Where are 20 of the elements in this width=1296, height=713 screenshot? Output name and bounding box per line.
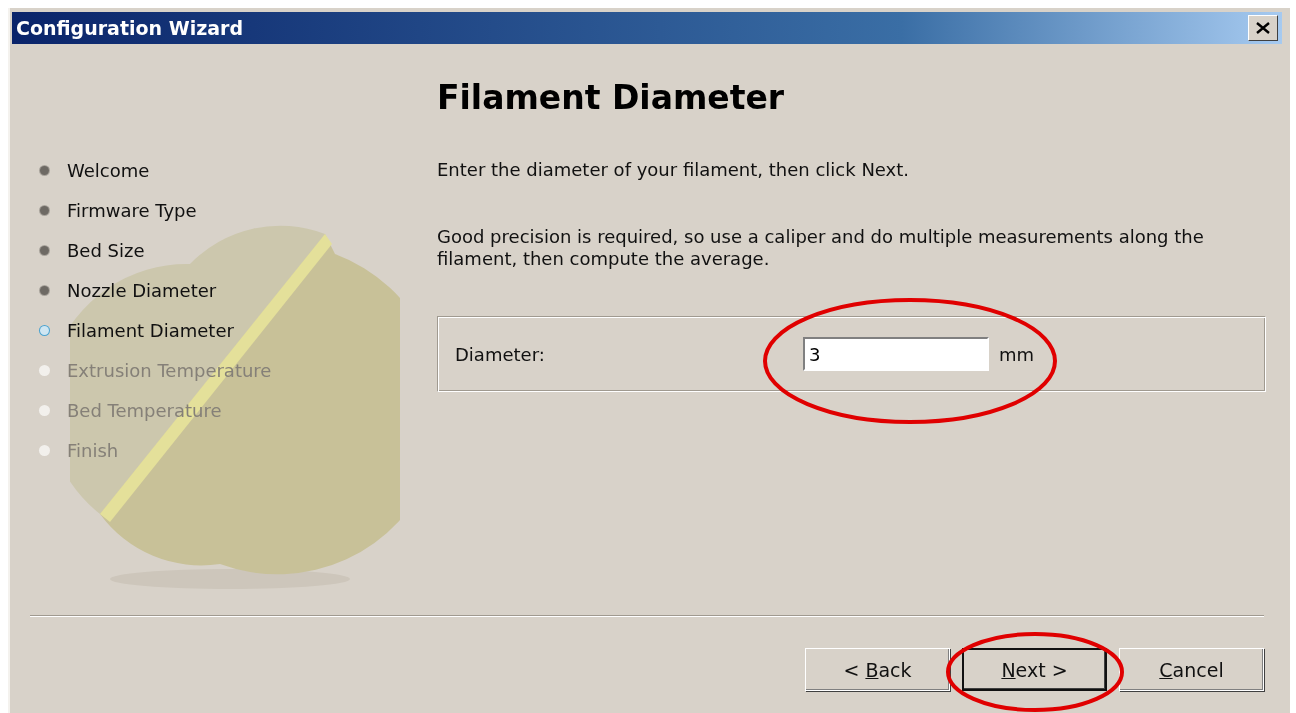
step-label: Finish — [67, 439, 119, 461]
step-label: Welcome — [67, 159, 150, 181]
wizard-button[interactable]: Next > — [962, 648, 1107, 691]
unit-label: mm — [999, 343, 1035, 365]
diameter-field[interactable]: 3 — [803, 337, 989, 371]
window-title: Configuration Wizard — [16, 17, 244, 39]
step-label: Firmware Type — [67, 199, 197, 221]
step-label: Nozzle Diameter — [67, 279, 217, 301]
wizard-button[interactable]: < Back — [805, 648, 950, 691]
page-heading: Filament Diameter — [437, 78, 786, 117]
wizard-button[interactable]: Cancel — [1119, 648, 1264, 691]
close-button[interactable] — [1248, 15, 1278, 41]
step-label: Extrusion Temperature — [67, 359, 272, 381]
step-label: Filament Diameter — [67, 319, 234, 341]
step-label: Bed Temperature — [67, 399, 222, 421]
instruction-text: Enter the diameter of your filament, then click Next. — [437, 159, 911, 181]
close-icon — [1256, 22, 1270, 34]
instruction-text: Good precision is required, so use a caliper and do multiple measurements along the filament, then compute the average. — [437, 226, 1205, 270]
field-label: Diameter: — [455, 343, 546, 365]
step-label: Bed Size — [67, 239, 145, 261]
